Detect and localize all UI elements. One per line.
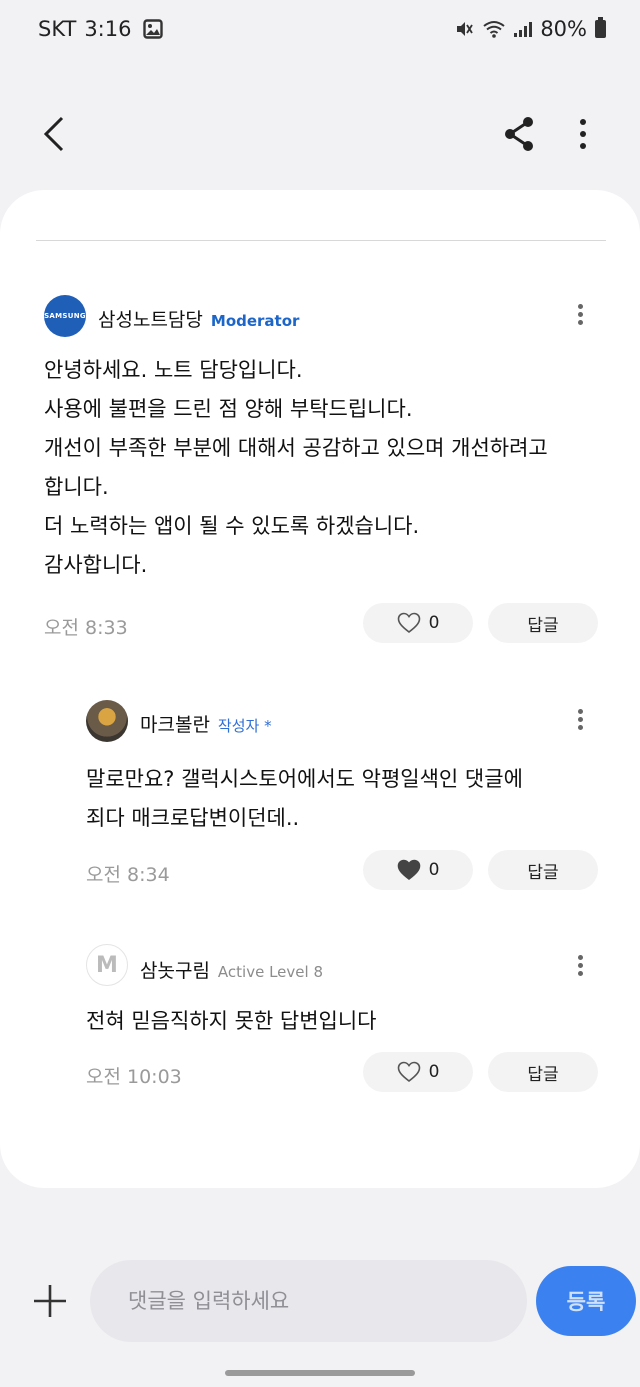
carrier: SKT [38, 17, 77, 41]
share-icon [505, 117, 533, 151]
moderator-badge: Moderator [210, 312, 300, 330]
comment-time: 오전 8:33 [44, 617, 128, 639]
status-right: 80% [454, 17, 606, 41]
more-vertical-icon [580, 119, 586, 149]
plus-icon [34, 1285, 66, 1317]
like-button[interactable]: 0 [363, 850, 473, 890]
author-badge: 작성자 * [217, 717, 272, 735]
signal-icon [514, 21, 533, 37]
app-bar [0, 100, 640, 170]
like-button[interactable]: 0 [363, 1052, 473, 1092]
avatar-letter: M [96, 952, 118, 978]
home-indicator[interactable] [225, 1370, 415, 1376]
avatar[interactable] [86, 700, 128, 742]
like-button[interactable]: 0 [363, 603, 473, 643]
mute-icon [457, 22, 474, 36]
comment-more-button[interactable] [568, 952, 592, 982]
heart-outline-icon [397, 612, 420, 634]
reply-button[interactable]: 답글 [488, 1052, 598, 1092]
heart-outline-icon [397, 1061, 420, 1083]
battery-percent: 80% [540, 17, 587, 41]
comment-time: 오전 8:34 [86, 864, 170, 886]
author-name-text: 삼놋구림 [140, 960, 210, 982]
samsung-logo-text: SAMSUNG [44, 312, 86, 320]
comment-more-button[interactable] [568, 301, 592, 331]
wifi-icon [483, 21, 505, 38]
comment-text: 전혀 믿음직하지 못한 답변입니다 [86, 1009, 377, 1033]
gallery-notification-icon [143, 19, 164, 39]
author-name[interactable]: 삼성노트담당 Moderator [98, 305, 299, 332]
more-options-button[interactable] [568, 112, 598, 156]
comments-card: SAMSUNG 삼성노트담당 Moderator 안녕하세요. 노트 담당입니다.… [0, 190, 640, 1188]
status-bar: SKT 3:16 80% [0, 0, 640, 62]
add-attachment-button[interactable] [30, 1281, 70, 1321]
clock: 3:16 [84, 17, 132, 41]
comment-text: 말로만요? 갤럭시스토어에서도 악평일색인 댓글에 죄다 매크로답변이던데.. [86, 767, 523, 830]
status-left: SKT 3:16 [38, 17, 164, 41]
comment-input[interactable] [90, 1260, 527, 1342]
author-name[interactable]: 삼놋구림 Active Level 8 [140, 956, 323, 983]
heart-filled-icon [397, 859, 420, 881]
comment-text: 안녕하세요. 노트 담당입니다. 사용에 불편을 드린 점 양해 부탁드립니다.… [44, 358, 548, 577]
avatar[interactable]: M [86, 944, 128, 986]
reply-button[interactable]: 답글 [488, 603, 598, 643]
submit-button[interactable]: 등록 [536, 1266, 636, 1336]
back-button[interactable] [36, 110, 76, 158]
reply-button[interactable]: 답글 [488, 850, 598, 890]
back-arrow-icon [43, 116, 64, 152]
comment-more-button[interactable] [568, 706, 592, 736]
author-name-text: 마크볼란 [140, 714, 210, 736]
author-name-text: 삼성노트담당 [98, 309, 203, 331]
battery-icon [595, 17, 606, 38]
share-button[interactable] [500, 112, 540, 156]
divider [36, 240, 606, 241]
comment-time: 오전 10:03 [86, 1066, 182, 1088]
level-badge: Active Level 8 [217, 963, 323, 981]
like-count: 0 [428, 860, 440, 880]
like-count: 0 [428, 1062, 440, 1082]
like-count: 0 [428, 613, 440, 633]
author-name[interactable]: 마크볼란 작성자 * [140, 710, 272, 737]
avatar[interactable]: SAMSUNG [44, 295, 86, 337]
